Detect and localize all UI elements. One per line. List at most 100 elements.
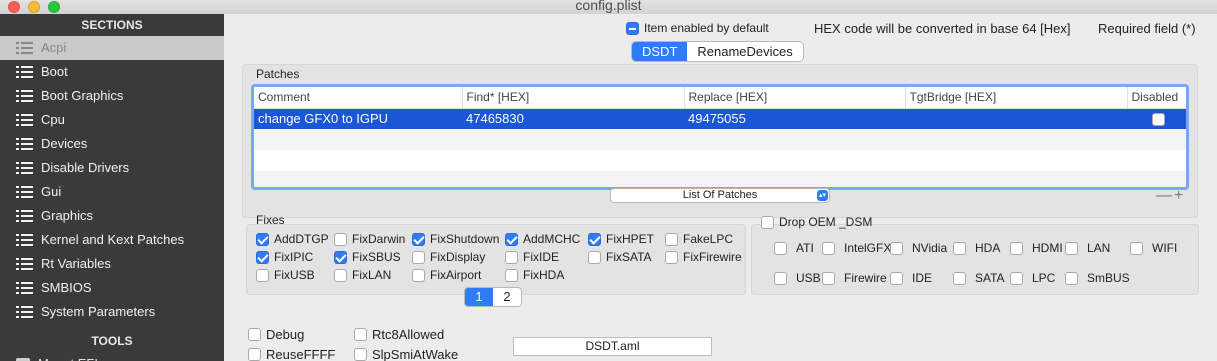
- fix-checkbox[interactable]: [256, 268, 269, 282]
- oem-option-intelgfx[interactable]: IntelGFX: [822, 241, 891, 255]
- sidebar-item-smbios[interactable]: SMBIOS: [0, 276, 224, 300]
- oem-checkbox[interactable]: [822, 241, 835, 255]
- oem-checkbox[interactable]: [1010, 241, 1023, 255]
- oem-checkbox[interactable]: [1065, 241, 1078, 255]
- fix-checkbox[interactable]: [505, 268, 518, 282]
- fix-checkbox[interactable]: [412, 232, 425, 246]
- list-of-patches-popup[interactable]: List Of Patches ▴▾: [610, 188, 830, 203]
- sidebar-item-mount-efi[interactable]: Mount EFI: [0, 352, 224, 361]
- tab-renamedevices[interactable]: RenameDevices: [687, 42, 802, 61]
- fix-checkbox[interactable]: [412, 250, 425, 264]
- slp-option[interactable]: SlpSmiAtWake: [354, 347, 458, 361]
- fix-checkbox[interactable]: [588, 232, 601, 246]
- table-row[interactable]: change GFX0 to IGPU 47465830 49475055: [254, 108, 1186, 129]
- fix-checkbox[interactable]: [588, 250, 601, 264]
- fix-checkbox[interactable]: [505, 232, 518, 246]
- cell-tgtbridge[interactable]: [905, 108, 1127, 129]
- sidebar-item-cpu[interactable]: Cpu: [0, 108, 224, 132]
- fix-option-fixdarwin[interactable]: FixDarwin: [334, 232, 405, 246]
- fix-option-adddtgp[interactable]: AddDTGP: [256, 232, 329, 246]
- sidebar-item-system-parameters[interactable]: System Parameters: [0, 300, 224, 324]
- sidebar-item-gui[interactable]: Gui: [0, 180, 224, 204]
- sidebar-item-kernel-and-kext-patches[interactable]: Kernel and Kext Patches: [0, 228, 224, 252]
- oem-checkbox[interactable]: [890, 271, 903, 285]
- fix-option-fixsbus[interactable]: FixSBUS: [334, 250, 401, 264]
- rtc8-option[interactable]: Rtc8Allowed: [354, 327, 444, 342]
- oem-checkbox[interactable]: [1130, 241, 1143, 255]
- oem-option-ide[interactable]: IDE: [890, 271, 932, 285]
- oem-option-ati[interactable]: ATI: [774, 241, 814, 255]
- fix-option-fixhpet[interactable]: FixHPET: [588, 232, 654, 246]
- oem-checkbox[interactable]: [822, 271, 835, 285]
- oem-checkbox[interactable]: [890, 241, 903, 255]
- cell-replace[interactable]: 49475055: [684, 108, 905, 129]
- fix-option-fixsata[interactable]: FixSATA: [588, 250, 652, 264]
- cell-find[interactable]: 47465830: [462, 108, 684, 129]
- patches-table[interactable]: Comment Find* [HEX] Replace [HEX] TgtBri…: [251, 84, 1189, 190]
- oem-checkbox[interactable]: [953, 241, 966, 255]
- oem-checkbox[interactable]: [774, 241, 787, 255]
- fix-option-addmchc[interactable]: AddMCHC: [505, 232, 580, 246]
- page-button-2[interactable]: 2: [493, 288, 521, 306]
- fix-option-fixfirewire[interactable]: FixFirewire: [665, 250, 742, 264]
- table-row[interactable]: [254, 150, 1186, 171]
- sidebar-item-devices[interactable]: Devices: [0, 132, 224, 156]
- rtc8-checkbox[interactable]: [354, 328, 367, 341]
- fix-option-fixdisplay[interactable]: FixDisplay: [412, 250, 485, 264]
- fix-checkbox[interactable]: [412, 268, 425, 282]
- table-row[interactable]: [254, 129, 1186, 150]
- sidebar-item-boot-graphics[interactable]: Boot Graphics: [0, 84, 224, 108]
- fix-option-fixhda[interactable]: FixHDA: [505, 268, 564, 282]
- fix-option-fixusb[interactable]: FixUSB: [256, 268, 315, 282]
- debug-checkbox[interactable]: [248, 328, 261, 341]
- oem-checkbox[interactable]: [774, 271, 787, 285]
- slp-checkbox[interactable]: [354, 348, 367, 361]
- disabled-checkbox[interactable]: [1152, 113, 1165, 127]
- fix-checkbox[interactable]: [334, 268, 347, 282]
- oem-option-hdmi[interactable]: HDMI: [1010, 241, 1063, 255]
- debug-option[interactable]: Debug: [248, 327, 304, 342]
- fix-checkbox[interactable]: [334, 232, 347, 246]
- add-remove-buttons[interactable]: —+: [1156, 187, 1185, 205]
- cell-disabled[interactable]: [1127, 108, 1186, 129]
- sidebar-item-boot[interactable]: Boot: [0, 60, 224, 84]
- oem-checkbox[interactable]: [1010, 271, 1023, 285]
- oem-option-usb[interactable]: USB: [774, 271, 821, 285]
- fix-checkbox[interactable]: [256, 250, 269, 264]
- fix-option-fixipic[interactable]: FixIPIC: [256, 250, 313, 264]
- sidebar-item-graphics[interactable]: Graphics: [0, 204, 224, 228]
- cell-comment[interactable]: change GFX0 to IGPU: [254, 108, 462, 129]
- fix-option-fakelpc[interactable]: FakeLPC: [665, 232, 733, 246]
- sidebar-item-disable-drivers[interactable]: Disable Drivers: [0, 156, 224, 180]
- fix-checkbox[interactable]: [665, 250, 678, 264]
- oem-option-lan[interactable]: LAN: [1065, 241, 1110, 255]
- fix-option-fixairport[interactable]: FixAirport: [412, 268, 481, 282]
- tab-dsdt[interactable]: DSDT: [632, 42, 688, 61]
- reuse-option[interactable]: ReuseFFFF: [248, 347, 335, 361]
- fix-checkbox[interactable]: [256, 232, 269, 246]
- column-comment[interactable]: Comment: [254, 87, 463, 109]
- column-replace[interactable]: Replace [HEX]: [684, 87, 906, 109]
- sidebar-item-acpi[interactable]: Acpi: [0, 36, 224, 60]
- oem-option-sata[interactable]: SATA: [953, 271, 1005, 285]
- oem-option-nvidia[interactable]: NVidia: [890, 241, 947, 255]
- oem-option-lpc[interactable]: LPC: [1010, 271, 1055, 285]
- column-tgtbridge[interactable]: TgtBridge [HEX]: [905, 87, 1128, 109]
- fix-checkbox[interactable]: [334, 250, 347, 264]
- column-find[interactable]: Find* [HEX]: [462, 87, 685, 109]
- fix-option-fixshutdown[interactable]: FixShutdown: [412, 232, 499, 246]
- oem-option-hda[interactable]: HDA: [953, 241, 1000, 255]
- column-disabled[interactable]: Disabled: [1127, 87, 1186, 109]
- fix-option-fixlan[interactable]: FixLAN: [334, 268, 391, 282]
- oem-option-firewire[interactable]: Firewire: [822, 271, 887, 285]
- reuse-checkbox[interactable]: [248, 348, 261, 361]
- fix-option-fixide[interactable]: FixIDE: [505, 250, 559, 264]
- drop-oem-toggle[interactable]: Drop OEM _DSM: [761, 215, 872, 229]
- dsdt-name-field[interactable]: DSDT.aml: [513, 337, 712, 356]
- oem-option-smbus[interactable]: SmBUS: [1065, 271, 1130, 285]
- fix-checkbox[interactable]: [505, 250, 518, 264]
- oem-checkbox[interactable]: [1065, 271, 1078, 285]
- fix-checkbox[interactable]: [665, 232, 678, 246]
- sidebar-item-rt-variables[interactable]: Rt Variables: [0, 252, 224, 276]
- page-button-1[interactable]: 1: [465, 288, 493, 306]
